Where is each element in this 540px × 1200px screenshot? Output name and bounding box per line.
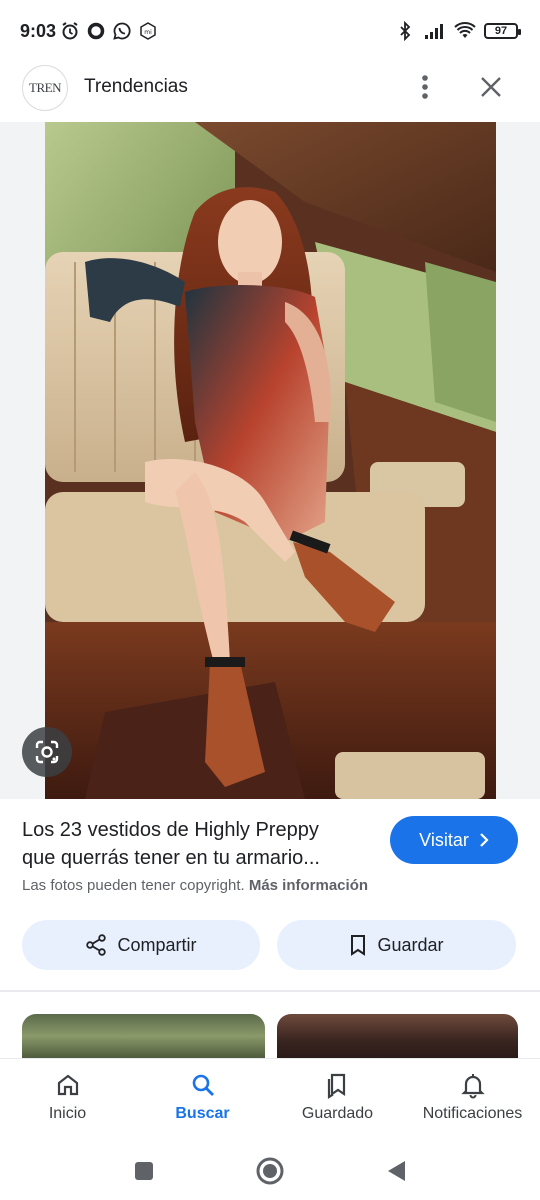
circle-notification-icon — [87, 22, 105, 40]
nav-label-notificaciones: Notificaciones — [422, 1105, 523, 1122]
status-icons-right: 97 — [394, 21, 521, 41]
back-button[interactable] — [381, 1156, 411, 1186]
save-button[interactable]: Guardar — [277, 920, 516, 970]
result-image[interactable] — [45, 122, 496, 799]
header: TREN Trendencias — [0, 62, 540, 122]
home-icon — [57, 1074, 78, 1096]
alarm-icon — [62, 22, 78, 40]
result-title-line-1: Los 23 vestidos de Highly Preppy — [22, 819, 319, 841]
nav-item-buscar[interactable]: Buscar — [135, 1059, 270, 1144]
bluetooth-icon — [400, 21, 411, 41]
more-options-button[interactable] — [410, 72, 440, 102]
close-icon — [481, 77, 501, 97]
bookmark-icon — [351, 935, 366, 956]
status-icons-left: mi — [60, 21, 158, 41]
square-icon — [135, 1162, 153, 1180]
nav-label-guardado: Guardado — [301, 1105, 374, 1122]
save-label: Guardar — [377, 934, 444, 955]
copyright-text: Las fotos pueden tener copyright. — [22, 877, 245, 894]
more-vert-icon — [422, 75, 428, 99]
bottom-navigation: Inicio Buscar Guardado Notificaciones — [0, 1058, 540, 1144]
google-lens-icon — [35, 740, 59, 764]
bookmarks-icon — [327, 1073, 345, 1099]
source-avatar[interactable]: TREN — [22, 65, 68, 111]
related-image-thumbnail[interactable] — [22, 1014, 265, 1058]
source-title[interactable]: Trendencias — [84, 76, 188, 98]
related-image-thumbnail[interactable] — [277, 1014, 518, 1058]
share-button[interactable]: Compartir — [22, 920, 260, 970]
chevron-right-icon — [480, 833, 489, 847]
bell-icon — [460, 1074, 485, 1099]
wifi-icon — [454, 22, 476, 38]
system-navigation-bar — [0, 1144, 540, 1200]
nav-item-guardado[interactable]: Guardado — [270, 1059, 405, 1144]
battery-icon: 97 — [484, 23, 521, 39]
visit-button[interactable]: Visitar — [390, 816, 518, 864]
svg-text:mi: mi — [144, 29, 152, 36]
mi-icon: mi — [140, 22, 156, 40]
result-title-line-2: que querrás tener en tu armario... — [22, 847, 320, 869]
status-bar: 9:03 mi 97 — [0, 0, 540, 62]
more-info-link[interactable]: Más información — [249, 877, 368, 894]
copyright-notice: Las fotos pueden tener copyright. Más in… — [22, 877, 368, 894]
recents-button[interactable] — [129, 1156, 159, 1186]
visit-label: Visitar — [419, 829, 469, 850]
search-icon — [192, 1074, 214, 1096]
nav-label-buscar: Buscar — [175, 1105, 230, 1122]
whatsapp-icon — [113, 22, 131, 40]
circle-home-icon — [256, 1157, 284, 1185]
close-button[interactable] — [474, 70, 508, 104]
back-triangle-icon — [388, 1161, 405, 1181]
image-viewer — [0, 122, 540, 799]
google-lens-button[interactable] — [22, 727, 72, 777]
result-title[interactable]: Los 23 vestidos de Highly Preppy que que… — [22, 816, 382, 872]
status-time: 9:03 — [20, 21, 57, 41]
nav-item-inicio[interactable]: Inicio — [0, 1059, 135, 1144]
share-label: Compartir — [117, 934, 197, 955]
nav-item-notificaciones[interactable]: Notificaciones — [405, 1059, 540, 1144]
divider — [0, 990, 540, 992]
share-icon — [86, 934, 107, 956]
nav-label-inicio: Inicio — [48, 1105, 87, 1122]
signal-icon — [425, 24, 443, 39]
home-system-button[interactable] — [255, 1156, 285, 1186]
